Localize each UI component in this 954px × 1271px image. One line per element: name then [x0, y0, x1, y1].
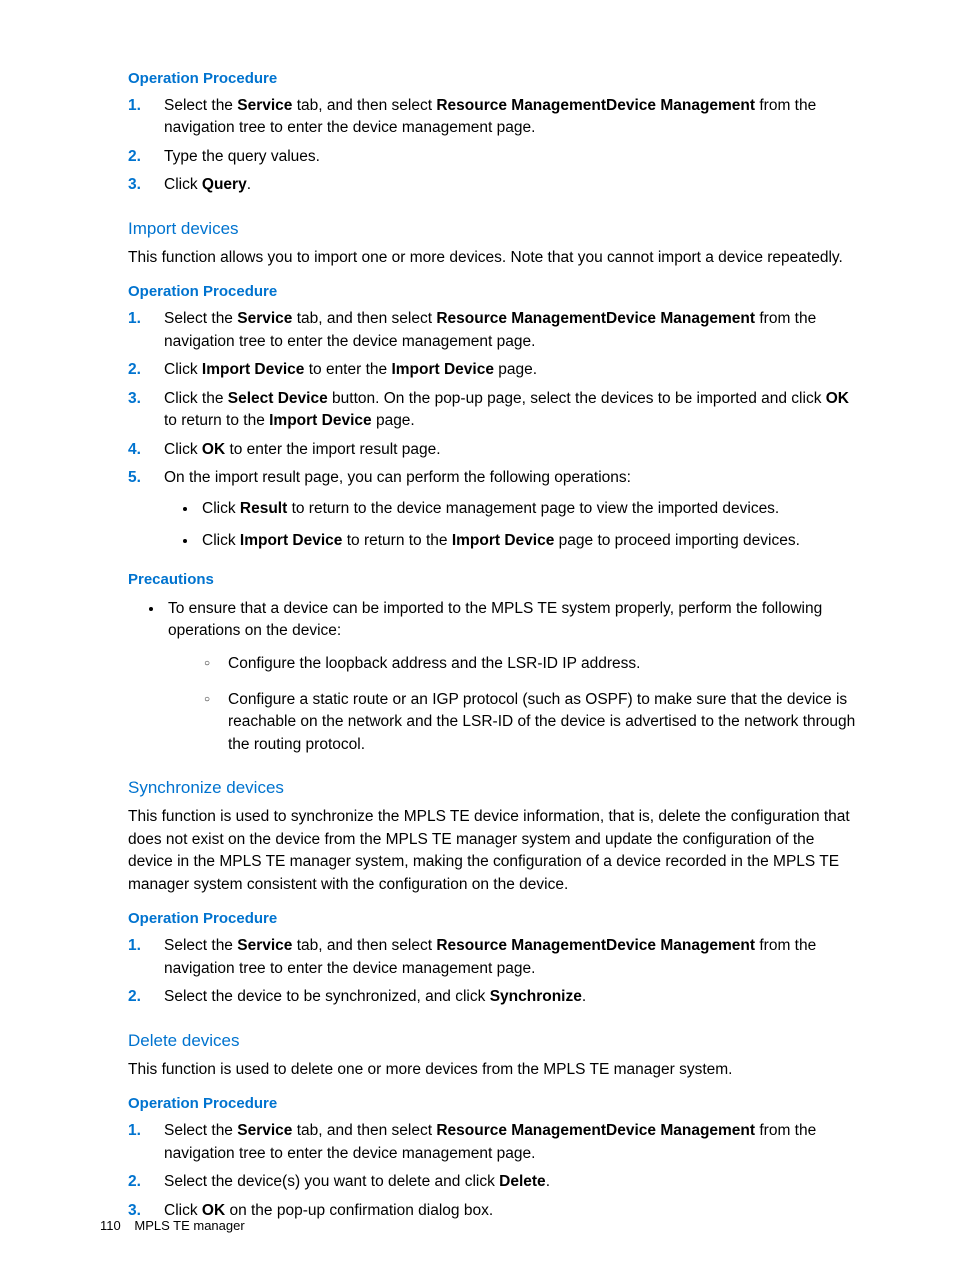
page-footer: 110 MPLS TE manager	[100, 1218, 245, 1233]
list-item: 1.Select the Service tab, and then selec…	[164, 95, 858, 140]
procedure-list: 1. Select the Service tab, and then selec…	[128, 95, 858, 197]
list-item: 3.Click OK on the pop-up confirmation di…	[164, 1200, 858, 1222]
step-text: Click OK on the pop-up confirmation dial…	[164, 1202, 493, 1219]
delete-devices-heading: Delete devices	[128, 1031, 858, 1051]
list-item: Click Import Device to return to the Imp…	[198, 530, 858, 552]
list-item: Click Result to return to the device man…	[198, 498, 858, 520]
step-text: Select the device(s) you want to delete …	[164, 1173, 550, 1190]
step-number: 1.	[128, 1120, 156, 1142]
step-text: Select the Service tab, and then select …	[164, 310, 816, 349]
step-number: 2.	[128, 359, 156, 381]
list-item: 1.Select the Service tab, and then selec…	[164, 308, 858, 353]
footer-title: MPLS TE manager	[134, 1218, 244, 1233]
list-item: 2.Type the query values.	[164, 146, 858, 168]
precaution-intro: To ensure that a device can be imported …	[168, 600, 822, 639]
step-number: 1.	[128, 95, 156, 117]
synchronize-devices-description: This function is used to synchronize the…	[128, 806, 858, 896]
operation-procedure-heading: Operation Procedure	[128, 1095, 858, 1112]
page-number: 110	[100, 1218, 121, 1233]
step-text: On the import result page, you can perfo…	[164, 469, 631, 486]
step-text: Select the Service tab, and then select …	[164, 97, 816, 136]
precautions-heading: Precautions	[128, 571, 858, 588]
list-item: Configure the loopback address and the L…	[204, 653, 858, 675]
delete-devices-description: This function is used to delete one or m…	[128, 1059, 858, 1081]
step-text: Select the Service tab, and then select …	[164, 1122, 816, 1161]
step-number: 2.	[128, 146, 156, 168]
step-text: Click OK to enter the import result page…	[164, 441, 441, 458]
precautions-list: To ensure that a device can be imported …	[128, 598, 858, 757]
step-number: 2.	[128, 1171, 156, 1193]
operation-procedure-heading: Operation Procedure	[128, 910, 858, 927]
step-text: Select the device to be synchronized, an…	[164, 988, 586, 1005]
operation-procedure-heading: Operation Procedure	[128, 70, 858, 87]
step-number: 1.	[128, 308, 156, 330]
list-item: To ensure that a device can be imported …	[164, 598, 858, 757]
procedure-list: 1. Select the Service tab, and then selec…	[128, 935, 858, 1008]
list-item: 2.Select the device(s) you want to delet…	[164, 1171, 858, 1193]
operation-procedure-heading: Operation Procedure	[128, 283, 858, 300]
list-item: Configure a static route or an IGP proto…	[204, 689, 858, 756]
synchronize-devices-heading: Synchronize devices	[128, 778, 858, 798]
step-number: 3.	[128, 388, 156, 410]
procedure-list: 1. Select the Service tab, and then selec…	[128, 1120, 858, 1222]
sub-bullet-list: Click Result to return to the device man…	[128, 498, 858, 553]
import-devices-description: This function allows you to import one o…	[128, 247, 858, 269]
document-page: Operation Procedure 1. Select the Service…	[0, 0, 954, 1271]
list-item: 4.Click OK to enter the import result pa…	[164, 439, 858, 461]
procedure-list: 1. Select the Service tab, and then selec…	[128, 308, 858, 489]
list-item: 3.Click Query.	[164, 174, 858, 196]
step-number: 2.	[128, 986, 156, 1008]
precaution-sub-list: Configure the loopback address and the L…	[168, 653, 858, 757]
step-text: Click the Select Device button. On the p…	[164, 390, 849, 429]
list-item: 2.Select the device to be synchronized, …	[164, 986, 858, 1008]
step-number: 3.	[128, 174, 156, 196]
list-item: 1.Select the Service tab, and then selec…	[164, 1120, 858, 1165]
step-text: Select the Service tab, and then select …	[164, 937, 816, 976]
step-number: 1.	[128, 935, 156, 957]
step-text: Click Import Device to enter the Import …	[164, 361, 537, 378]
step-number: 5.	[128, 467, 156, 489]
list-item: 5.On the import result page, you can per…	[164, 467, 858, 489]
list-item: 2.Click Import Device to enter the Impor…	[164, 359, 858, 381]
list-item: 1.Select the Service tab, and then selec…	[164, 935, 858, 980]
step-number: 4.	[128, 439, 156, 461]
import-devices-heading: Import devices	[128, 219, 858, 239]
step-text: Type the query values.	[164, 148, 320, 165]
step-text: Click Query.	[164, 176, 251, 193]
list-item: 3.Click the Select Device button. On the…	[164, 388, 858, 433]
